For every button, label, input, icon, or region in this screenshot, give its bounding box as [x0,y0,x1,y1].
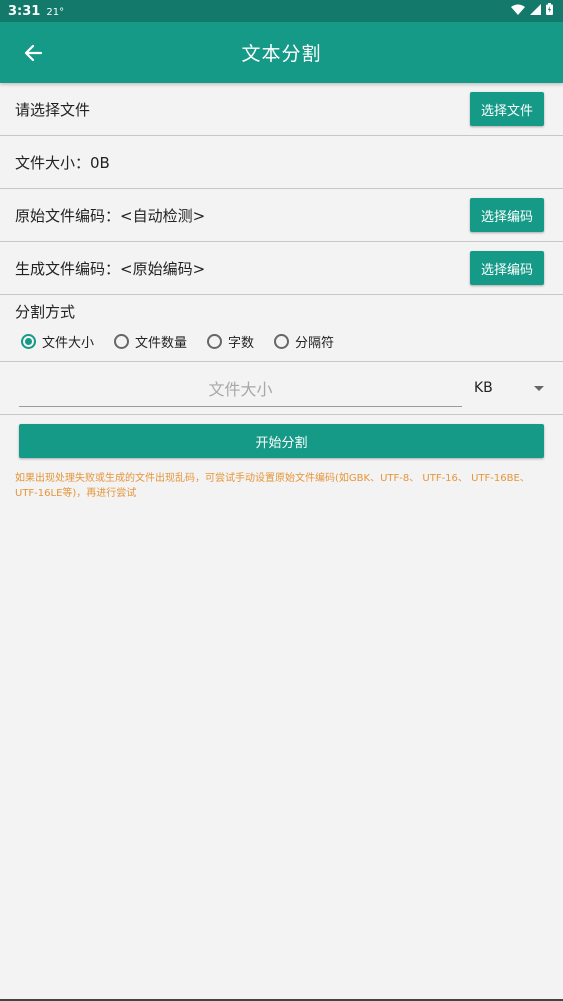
page-title: 文本分割 [241,43,322,65]
hint-text: 如果出现处理失败或生成的文件出现乱码，可尝试手动设置原始文件编码(如GBK、UT… [15,473,530,499]
wifi-icon [511,4,525,19]
unit-value: KB [474,380,493,396]
radio-char-count[interactable]: 字数 [207,332,254,351]
file-size-label: 文件大小：0B [15,153,110,172]
status-time: 3:31 [8,3,41,19]
radio-label: 文件大小 [42,336,95,351]
caret-down-icon [534,380,544,396]
select-origin-encoding-button[interactable]: 选择编码 [469,198,544,232]
start-split-button[interactable]: 开始分割 [19,424,544,458]
file-select-row: 请选择文件 选择文件 [0,83,563,136]
radio-label: 分隔符 [295,336,335,351]
arrow-left-icon[interactable] [20,40,46,66]
select-file-button[interactable]: 选择文件 [469,92,544,126]
select-generate-encoding-button[interactable]: 选择编码 [469,251,544,285]
radio-label: 字数 [228,336,255,351]
split-mode-radio-group: 文件大小 文件数量 字数 分隔符 [15,332,548,351]
origin-encoding-label: 原始文件编码：<自动检测> [15,206,206,225]
unit-dropdown[interactable]: KB [474,380,544,396]
file-size-row: 文件大小：0B [0,136,563,189]
file-select-label: 请选择文件 [15,100,91,119]
split-size-input[interactable] [19,373,462,407]
signal-icon [530,3,541,19]
status-temperature: 21° [46,6,65,18]
status-bar: 3:31 21° [0,0,563,22]
radio-file-count[interactable]: 文件数量 [114,332,187,351]
generate-encoding-row: 生成文件编码：<原始编码> 选择编码 [0,242,563,295]
radio-label: 文件数量 [135,336,188,351]
generate-encoding-label: 生成文件编码：<原始编码> [15,259,206,278]
split-size-row: KB [0,362,563,415]
app-bar: 文本分割 [0,22,563,83]
origin-encoding-row: 原始文件编码：<自动检测> 选择编码 [0,189,563,242]
split-mode-section: 分割方式 文件大小 文件数量 字数 分隔符 [0,295,563,362]
radio-checked-icon [21,334,36,349]
radio-unchecked-icon [207,334,223,349]
split-mode-title: 分割方式 [15,303,76,321]
radio-separator[interactable]: 分隔符 [274,332,334,351]
radio-file-size[interactable]: 文件大小 [21,332,94,351]
battery-icon [546,3,553,19]
radio-unchecked-icon [114,334,130,349]
radio-unchecked-icon [274,334,290,349]
